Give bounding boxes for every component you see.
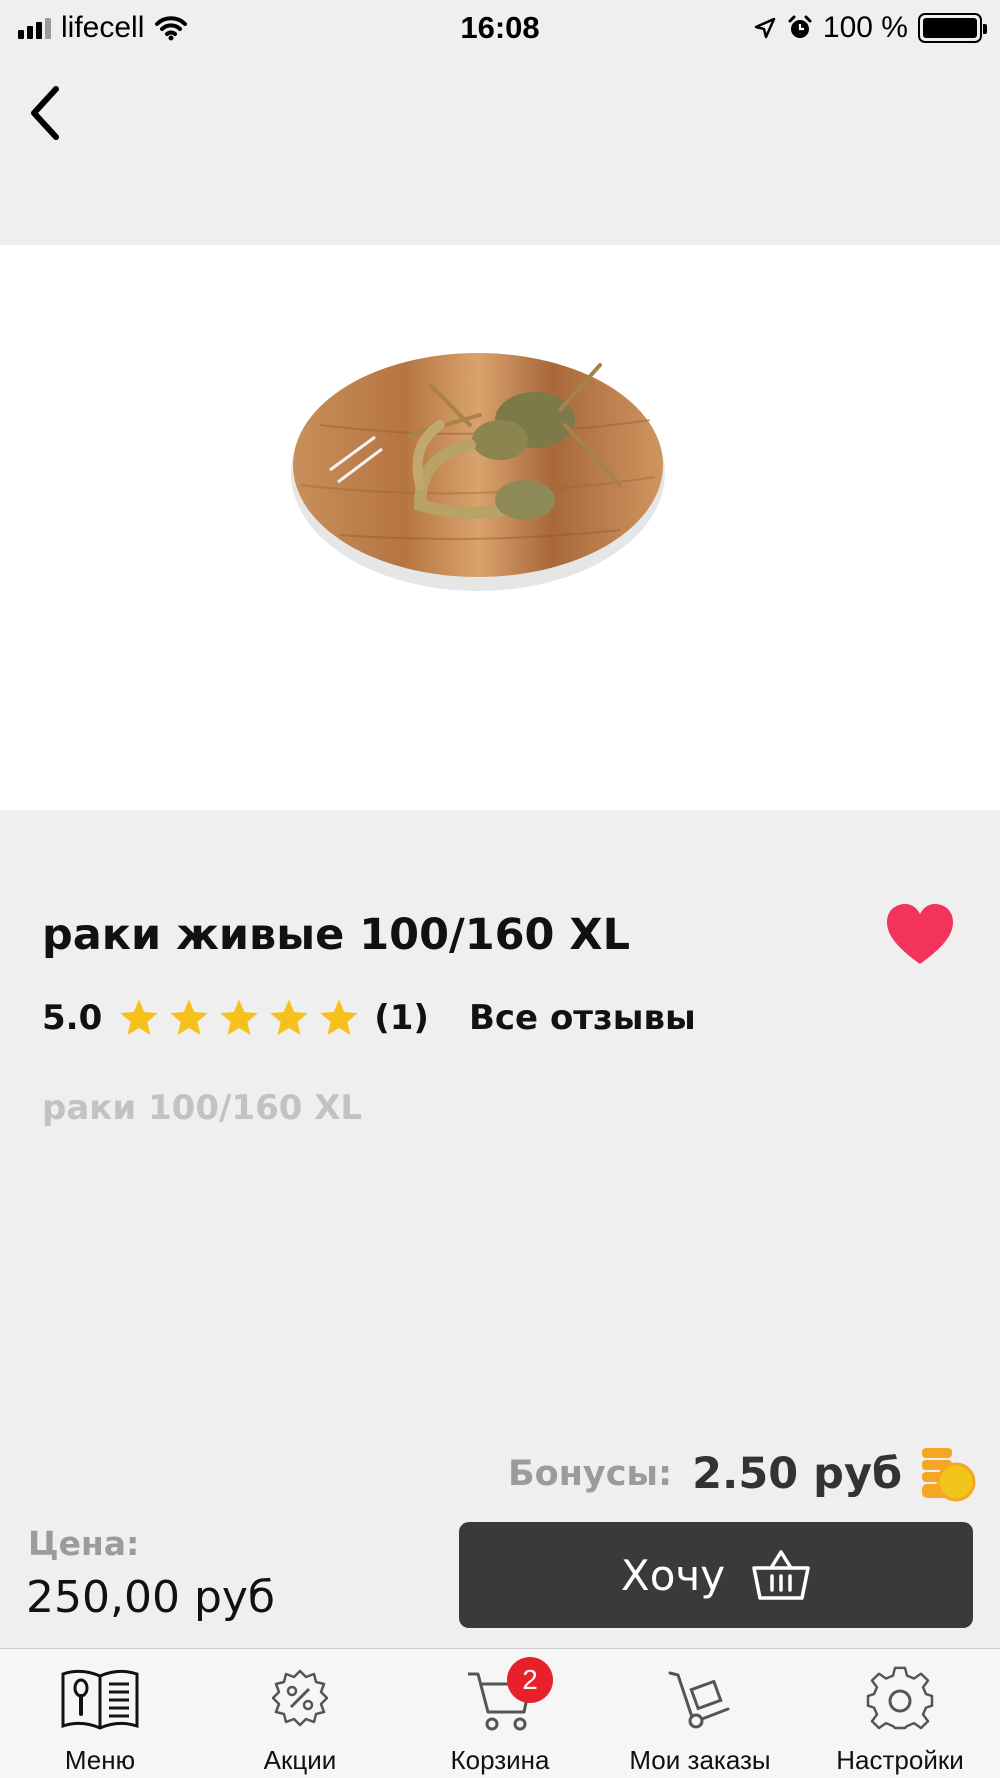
- tab-promotions-label: Акции: [263, 1745, 337, 1775]
- signal-icon: [18, 17, 51, 39]
- tab-cart-label: Корзина: [450, 1745, 550, 1775]
- tab-my-orders-label: Мои заказы: [629, 1745, 771, 1775]
- tab-cart-icon-wrap: 2: [455, 1657, 553, 1737]
- price-value: 250,00 руб: [26, 1572, 276, 1623]
- status-right: 100 %: [652, 11, 987, 45]
- product-image: [0, 245, 1000, 810]
- crayfish-on-wooden-board-photo: [291, 353, 665, 591]
- reviews-count: (1): [374, 998, 429, 1038]
- want-button[interactable]: Хочу: [459, 1522, 973, 1628]
- location-arrow-icon: [754, 17, 776, 39]
- tab-menu-icon-wrap: [55, 1663, 145, 1737]
- tab-my-orders[interactable]: Мои заказы: [600, 1649, 800, 1778]
- want-button-label: Хочу: [620, 1550, 726, 1600]
- carrier-name: lifecell: [61, 11, 145, 44]
- settings-gear-icon: [866, 1666, 934, 1730]
- product-title: раки живые 100/160 XL: [42, 910, 630, 960]
- menu-book-icon: [61, 1669, 139, 1730]
- tab-promotions-icon-wrap: [255, 1663, 345, 1737]
- battery-percent: 100 %: [822, 11, 908, 44]
- chevron-left-icon: [31, 86, 59, 140]
- bonus-label: Бонусы:: [507, 1454, 673, 1494]
- tab-bar: Меню Акции 2 Корзина Мои заказы Настройк…: [0, 1648, 1000, 1778]
- bonus-value: 2.50 руб: [692, 1449, 902, 1499]
- rating-value: 5.0: [42, 998, 103, 1038]
- tab-menu-label: Меню: [64, 1745, 136, 1775]
- basket-icon: [752, 1550, 810, 1600]
- star-icon: [170, 999, 208, 1036]
- alarm-icon: [788, 15, 812, 38]
- wifi-icon: [155, 16, 188, 41]
- status-bar: lifecell 16:08 100 %: [0, 0, 1000, 56]
- star-icon: [270, 999, 308, 1036]
- status-time: 16:08: [460, 10, 540, 45]
- tab-promotions[interactable]: Акции: [200, 1649, 400, 1778]
- cart-badge: 2: [507, 1657, 553, 1703]
- tab-settings-icon-wrap: [855, 1663, 945, 1737]
- tab-settings[interactable]: Настройки: [800, 1649, 1000, 1778]
- tab-menu[interactable]: Меню: [0, 1649, 200, 1778]
- discount-gear-icon: [271, 1669, 329, 1727]
- price-label: Цена:: [28, 1524, 140, 1563]
- star-icon: [320, 999, 358, 1036]
- bonus-row: Бонусы: 2.50 руб: [508, 1442, 976, 1506]
- tab-cart[interactable]: 2 Корзина: [400, 1649, 600, 1778]
- star-icon: [120, 999, 158, 1036]
- star-icon: [220, 999, 258, 1036]
- status-left: lifecell: [18, 11, 348, 45]
- hand-truck-icon: [668, 1671, 730, 1729]
- product-description: раки 100/160 XL: [42, 1088, 363, 1128]
- all-reviews-link[interactable]: Все отзывы: [469, 998, 696, 1038]
- rating-stars: [118, 997, 360, 1039]
- favorite-button[interactable]: [885, 902, 955, 968]
- coins-icon: [922, 1448, 976, 1502]
- tab-my-orders-icon-wrap: [655, 1663, 745, 1737]
- rating-row: 5.0 (1) Все отзывы: [42, 992, 696, 1044]
- battery-icon: [917, 13, 987, 43]
- back-button[interactable]: [14, 78, 74, 148]
- tab-settings-label: Настройки: [836, 1745, 964, 1775]
- heart-icon: [887, 904, 953, 964]
